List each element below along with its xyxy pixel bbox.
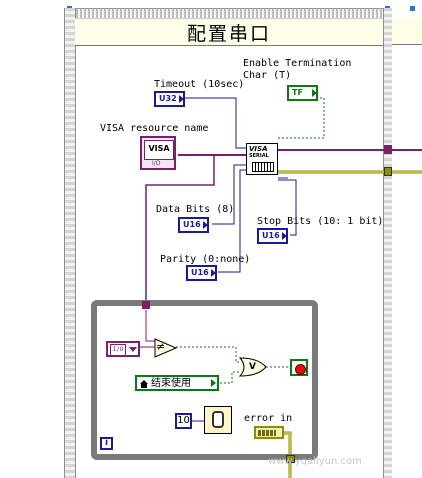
stop-bits-terminal[interactable]: U16	[257, 228, 288, 244]
visa-node-text: VISA	[249, 145, 268, 153]
visa-resource-io-text: I/O	[152, 160, 161, 167]
visa-frame-tunnel[interactable]	[384, 145, 392, 154]
data-bits-terminal[interactable]: U16	[178, 217, 209, 233]
watch-icon	[212, 411, 224, 428]
terminal-arrow-icon	[211, 379, 216, 387]
error-in-terminal[interactable]	[254, 426, 284, 439]
visa-configure-serial-port-node[interactable]: VISA SERIAL	[246, 143, 278, 175]
stop-button-terminal[interactable]: 结束使用	[135, 375, 219, 391]
visa-icon-text: VISA	[148, 144, 170, 153]
iteration-symbol: i	[104, 438, 109, 448]
stop-button-label: 结束使用	[151, 378, 191, 389]
enable-termination-label-line2: Char (T)	[243, 70, 292, 81]
serial-connector-icon	[252, 162, 274, 172]
error-cluster-icon	[258, 430, 276, 436]
stop-sign-icon	[295, 364, 306, 375]
error-in-label: error in	[244, 413, 293, 424]
parity-terminal[interactable]: U16	[186, 265, 217, 281]
chevron-down-icon	[129, 347, 137, 352]
iteration-terminal[interactable]: i	[100, 437, 113, 450]
ring-constant[interactable]: I/O	[106, 341, 140, 357]
not-equal-symbol: ≠	[156, 340, 166, 353]
watermark: www.yqaliyun.com	[268, 456, 362, 467]
error-frame-tunnel[interactable]	[384, 167, 392, 176]
visa-resource-terminal[interactable]: VISA I/O	[140, 136, 176, 170]
wait-constant[interactable]: 10	[175, 413, 192, 429]
wait-ms-node[interactable]	[204, 406, 232, 434]
visa-resource-icon: VISA	[144, 140, 174, 160]
stop-bits-label: Stop Bits (10: 1 bit)	[257, 216, 384, 227]
enable-termination-terminal[interactable]: TF	[287, 85, 318, 101]
data-bits-label: Data Bits (8)	[156, 204, 235, 215]
or-symbol: V	[249, 362, 256, 372]
loop-visa-tunnel[interactable]	[142, 301, 150, 309]
timeout-terminal[interactable]: U32	[154, 91, 185, 107]
serial-node-text: SERIAL	[249, 153, 269, 159]
ring-constant-icon: I/O	[110, 344, 126, 356]
home-icon-base	[141, 384, 147, 388]
visa-resource-label: VISA resource name	[100, 123, 209, 134]
termination-wire	[278, 97, 325, 139]
enable-termination-label: Enable Termination	[243, 58, 352, 69]
timeout-label: Timeout (10sec)	[154, 79, 245, 90]
stop-condition-terminal[interactable]	[290, 359, 308, 376]
